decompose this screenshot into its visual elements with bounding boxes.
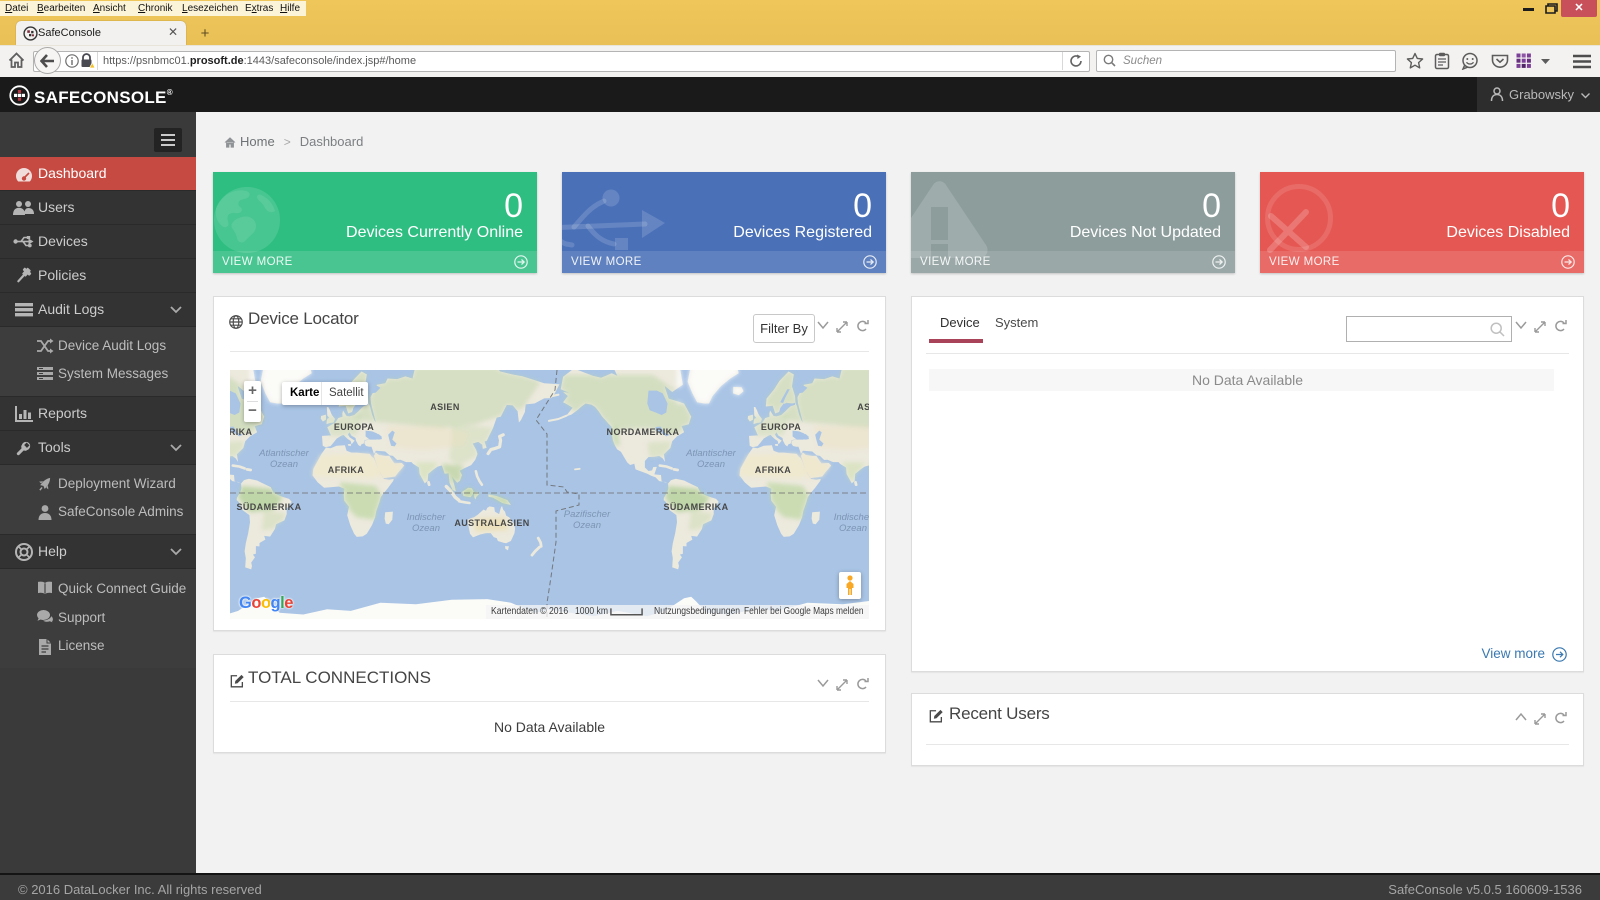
svg-text:AUSTRALASIEN: AUSTRALASIEN (454, 518, 529, 528)
svg-text:NORDAMERIKA: NORDAMERIKA (607, 427, 680, 437)
svg-text:Indischer: Indischer (407, 512, 446, 523)
svg-text:EUROPA: EUROPA (761, 422, 801, 432)
svg-text:AFRIKA: AFRIKA (328, 465, 364, 475)
svg-text:Ozean: Ozean (412, 523, 440, 534)
svg-text:NORDAMERIKA: NORDAMERIKA (230, 427, 253, 437)
svg-text:ASIEN: ASIEN (430, 402, 460, 412)
svg-text:EUROPA: EUROPA (334, 422, 374, 432)
svg-text:Indischer: Indischer (834, 512, 869, 523)
svg-text:SÜDAMERIKA: SÜDAMERIKA (236, 502, 301, 512)
svg-text:Atlantischer: Atlantischer (258, 448, 309, 459)
svg-text:Ozean: Ozean (697, 459, 725, 470)
svg-text:Atlantischer: Atlantischer (685, 448, 736, 459)
svg-text:Ozean: Ozean (270, 459, 298, 470)
svg-text:Ozean: Ozean (839, 523, 867, 534)
svg-text:SÜDAMERIKA: SÜDAMERIKA (663, 502, 728, 512)
svg-text:Ozean: Ozean (573, 520, 601, 531)
svg-text:AFRIKA: AFRIKA (755, 465, 791, 475)
svg-text:ASIEN: ASIEN (857, 402, 869, 412)
svg-text:Pazifischer: Pazifischer (564, 509, 611, 520)
